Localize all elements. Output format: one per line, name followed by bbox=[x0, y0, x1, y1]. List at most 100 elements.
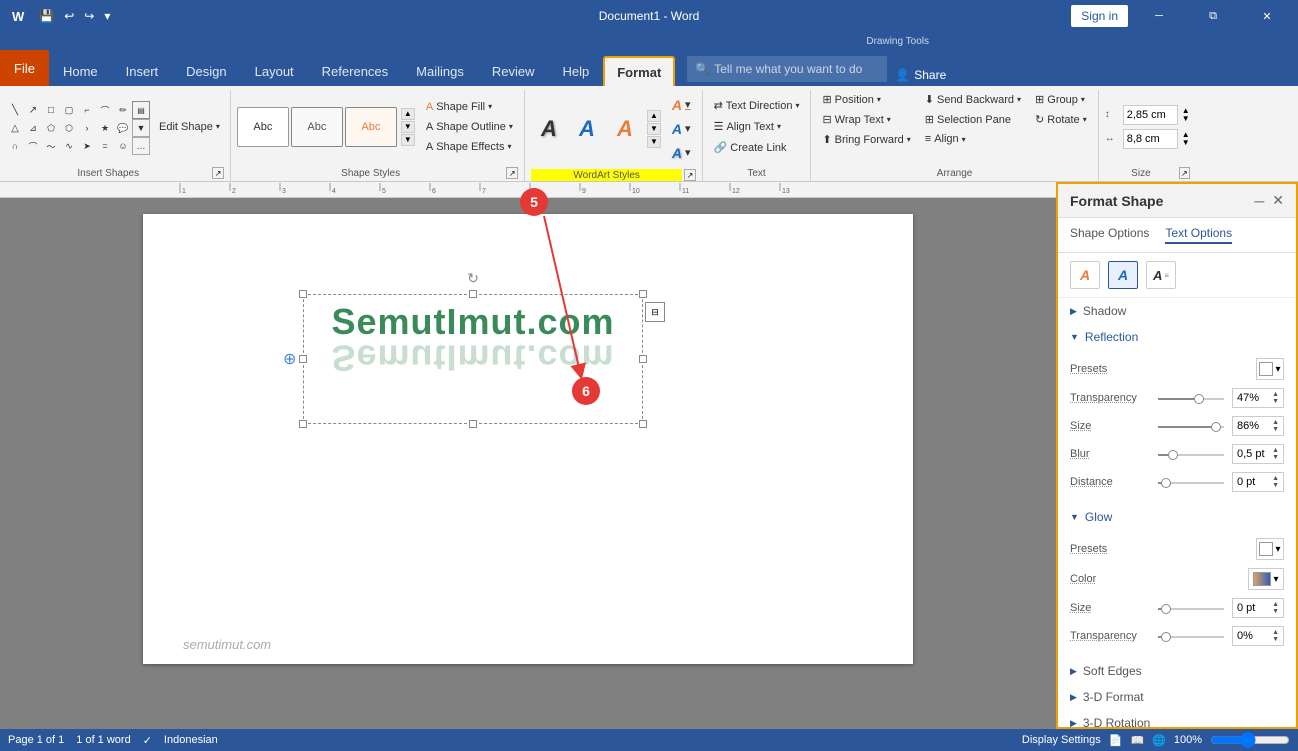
shape-style-3[interactable]: Abc bbox=[345, 107, 397, 147]
tab-format[interactable]: Format bbox=[603, 56, 675, 86]
shape-style-1[interactable]: Abc bbox=[237, 107, 289, 147]
glow-section-header[interactable]: ▼ Glow bbox=[1058, 504, 1296, 530]
distance-value[interactable]: 0 pt ▲ ▼ bbox=[1232, 472, 1284, 492]
view-web-btn[interactable]: 🌐 bbox=[1152, 734, 1166, 747]
redo-qat-btn[interactable]: ↪ bbox=[81, 7, 97, 25]
wordart-element[interactable]: ↻ ⊕ ⊟ SemutImut.com SemutImut.com bbox=[303, 294, 643, 424]
shape-effects-btn[interactable]: A Shape Effects ▾ bbox=[421, 138, 518, 156]
shape-style-down[interactable]: ▼ bbox=[401, 121, 415, 133]
restore-button[interactable]: ⧉ bbox=[1190, 0, 1236, 32]
transparency-down[interactable]: ▼ bbox=[1272, 398, 1279, 405]
glow-color-btn[interactable]: ▾ bbox=[1248, 568, 1284, 590]
tab-text-options[interactable]: Text Options bbox=[1165, 226, 1232, 244]
curve-shape2[interactable]: ∩ bbox=[6, 137, 24, 155]
glow-size-up[interactable]: ▲ bbox=[1272, 601, 1279, 608]
tab-review[interactable]: Review bbox=[478, 56, 549, 86]
send-backward-btn[interactable]: ⬇ Send Backward ▾ bbox=[920, 90, 1026, 109]
text-outline-btn[interactable]: A ▾ bbox=[667, 118, 696, 140]
wordart-sample-1[interactable]: A bbox=[531, 111, 567, 147]
size-slider[interactable] bbox=[1158, 426, 1224, 428]
elbow-shape[interactable]: ⌐ bbox=[78, 101, 96, 119]
transparency-value[interactable]: 47% ▲ ▼ bbox=[1232, 388, 1284, 408]
customize-qat-btn[interactable]: ▾ bbox=[101, 7, 113, 25]
blur-value[interactable]: 0,5 pt ▲ ▼ bbox=[1232, 444, 1284, 464]
smiley-shape[interactable]: ☺ bbox=[114, 137, 132, 155]
display-settings[interactable]: Display Settings bbox=[1022, 734, 1101, 746]
text-fill-btn[interactable]: A ▾ bbox=[667, 94, 696, 116]
rotate-btn[interactable]: ↻ Rotate ▾ bbox=[1030, 110, 1092, 129]
glow-size-slider[interactable] bbox=[1158, 608, 1224, 610]
rotate-handle[interactable]: ↻ bbox=[467, 270, 479, 287]
block-arrow[interactable]: ➤ bbox=[78, 137, 96, 155]
tab-design[interactable]: Design bbox=[172, 56, 240, 86]
transparency-up[interactable]: ▲ bbox=[1272, 391, 1279, 398]
3d-rotation-section-header[interactable]: ▶ 3-D Rotation bbox=[1058, 710, 1296, 729]
close-button[interactable]: ✕ bbox=[1244, 0, 1290, 32]
tab-shape-options[interactable]: Shape Options bbox=[1070, 226, 1149, 244]
img-icon[interactable]: ▤ bbox=[132, 101, 150, 119]
distance-up[interactable]: ▲ bbox=[1272, 475, 1279, 482]
selection-pane-btn[interactable]: ⊞ Selection Pane bbox=[920, 110, 1026, 129]
more-shapes[interactable]: ▼ bbox=[132, 119, 150, 137]
glow-presets-btn[interactable]: ▾ bbox=[1256, 538, 1284, 560]
callout-shape[interactable]: 💬 bbox=[114, 119, 132, 137]
tab-home[interactable]: Home bbox=[49, 56, 112, 86]
wordart-scroll-up[interactable]: ▲ bbox=[647, 110, 661, 122]
wrap-text-btn[interactable]: ⊟ Wrap Text ▾ bbox=[817, 110, 915, 129]
arc-shape[interactable]: ⌒ bbox=[24, 137, 42, 155]
share-button[interactable]: 👤 Share bbox=[895, 68, 946, 82]
save-qat-btn[interactable]: 💾 bbox=[36, 7, 57, 25]
chevron-shape[interactable]: › bbox=[78, 119, 96, 137]
shape-style-2[interactable]: Abc bbox=[291, 107, 343, 147]
3d-format-section-header[interactable]: ▶ 3-D Format bbox=[1058, 684, 1296, 710]
reflection-section-header[interactable]: ▼ Reflection bbox=[1058, 324, 1296, 350]
tab-help[interactable]: Help bbox=[548, 56, 603, 86]
glow-transparency-down[interactable]: ▼ bbox=[1272, 636, 1279, 643]
glow-transparency-slider[interactable] bbox=[1158, 636, 1224, 638]
curved-shape[interactable]: ⌒ bbox=[96, 101, 114, 119]
blur-slider[interactable] bbox=[1158, 454, 1224, 456]
size-up[interactable]: ▲ bbox=[1272, 419, 1279, 426]
wordart-sample-2[interactable]: A bbox=[569, 111, 605, 147]
minimize-button[interactable]: ─ bbox=[1136, 0, 1182, 32]
freeform-shape[interactable]: ✏ bbox=[114, 101, 132, 119]
shape-outline-btn[interactable]: A Shape Outline ▾ bbox=[421, 118, 518, 136]
wave-shape[interactable]: ∿ bbox=[60, 137, 78, 155]
shape-fill-btn[interactable]: A Shape Fill ▾ bbox=[421, 98, 518, 116]
hexagon-shape[interactable]: ⬡ bbox=[60, 119, 78, 137]
shadow-section-header[interactable]: ▶ Shadow bbox=[1058, 298, 1296, 324]
glow-transparency-value[interactable]: 0% ▲ ▼ bbox=[1232, 626, 1284, 646]
glow-transparency-up[interactable]: ▲ bbox=[1272, 629, 1279, 636]
rt-triangle-shape[interactable]: ⊿ bbox=[24, 119, 42, 137]
shape-styles-expand[interactable]: ↗ bbox=[506, 167, 518, 179]
handle-tl[interactable] bbox=[299, 290, 307, 298]
text-fill-panel-icon[interactable]: A bbox=[1070, 261, 1100, 289]
reflection-presets-btn[interactable]: ▾ bbox=[1256, 358, 1284, 380]
rect-shape[interactable]: □ bbox=[42, 101, 60, 119]
panel-minimize-btn[interactable]: ─ bbox=[1254, 193, 1264, 209]
panel-close-btn[interactable]: ✕ bbox=[1272, 192, 1284, 209]
wordart-styles-expand[interactable]: ↗ bbox=[684, 169, 695, 181]
pentagon-shape[interactable]: ⬠ bbox=[42, 119, 60, 137]
wordart-scroll-more[interactable]: ▼ bbox=[647, 136, 661, 148]
tab-references[interactable]: References bbox=[308, 56, 402, 86]
wordart-sample-3[interactable]: A bbox=[607, 111, 643, 147]
blur-up[interactable]: ▲ bbox=[1272, 447, 1279, 454]
eq-shape[interactable]: = bbox=[96, 137, 114, 155]
tab-layout[interactable]: Layout bbox=[241, 56, 308, 86]
height-input[interactable] bbox=[1123, 105, 1178, 125]
layout-options-icon[interactable]: ⊟ bbox=[645, 302, 665, 322]
signin-button[interactable]: Sign in bbox=[1071, 5, 1128, 27]
width-input[interactable] bbox=[1123, 129, 1178, 149]
move-icon[interactable]: ⊕ bbox=[283, 349, 296, 369]
squiggle-shape[interactable]: 〜 bbox=[42, 137, 60, 155]
triangle-shape[interactable]: △ bbox=[6, 119, 24, 137]
line-shape[interactable]: ╲ bbox=[6, 101, 24, 119]
size-value[interactable]: 86% ▲ ▼ bbox=[1232, 416, 1284, 436]
insert-shapes-expand[interactable]: ↗ bbox=[212, 167, 223, 179]
search-input[interactable]: Tell me what you want to do bbox=[714, 62, 862, 76]
undo-qat-btn[interactable]: ↩ bbox=[61, 7, 77, 25]
glow-size-value[interactable]: 0 pt ▲ ▼ bbox=[1232, 598, 1284, 618]
tab-insert[interactable]: Insert bbox=[112, 56, 173, 86]
text-effects-btn[interactable]: A ▾ bbox=[667, 142, 696, 164]
